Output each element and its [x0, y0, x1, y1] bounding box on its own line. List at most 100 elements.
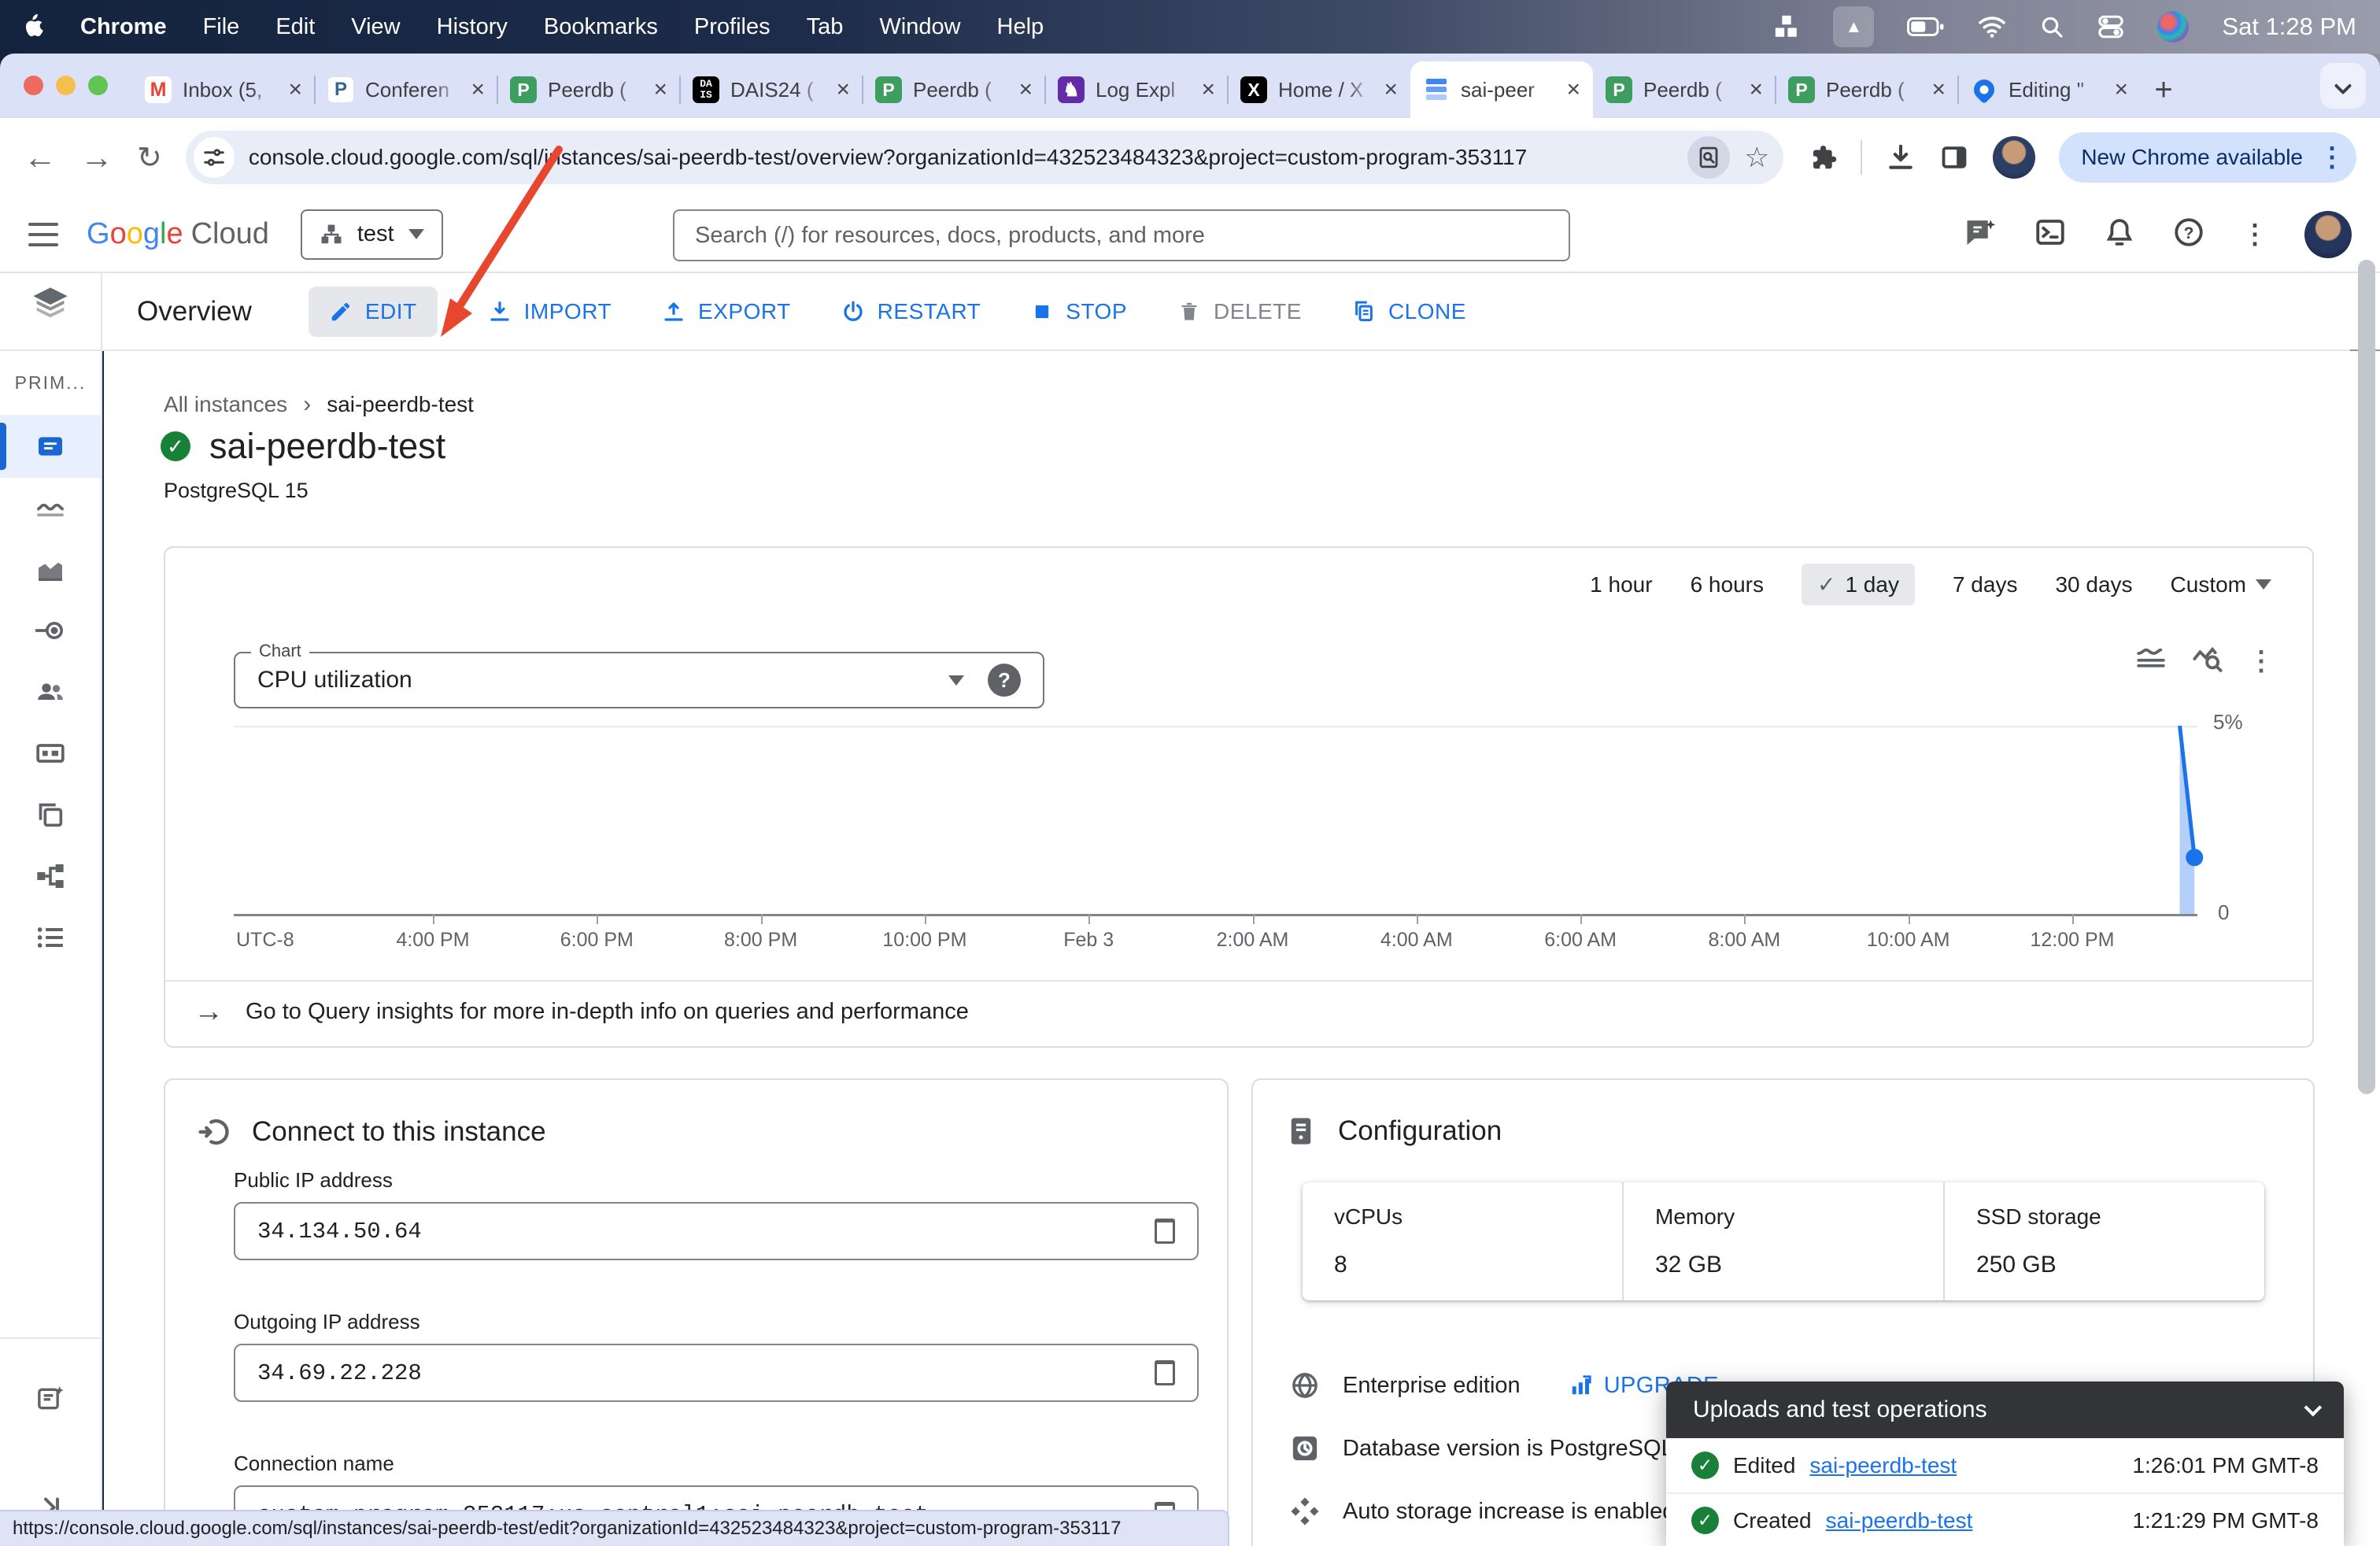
menu-profiles[interactable]: Profiles — [694, 14, 771, 40]
browser-tab[interactable]: Log Expl × — [1044, 61, 1228, 118]
chart-metric-select[interactable]: Chart CPU utilization ? — [234, 641, 1044, 708]
tab-close-icon[interactable]: × — [836, 76, 850, 103]
sidebar-item-backups[interactable] — [0, 783, 101, 846]
delete-button[interactable]: DELETE — [1177, 299, 1302, 324]
scrollbar-thumb[interactable] — [2358, 260, 2375, 1094]
query-insights-link[interactable]: → Go to Query insights for more in-depth… — [194, 995, 969, 1029]
operations-panel-header[interactable]: Uploads and test operations — [1666, 1381, 2344, 1438]
account-avatar[interactable] — [2304, 210, 2352, 258]
browser-tab[interactable]: Conferen × — [314, 61, 497, 118]
update-chrome-button[interactable]: New Chrome available ⋮ — [2059, 132, 2356, 183]
wifi-icon[interactable] — [1978, 15, 2006, 39]
notifications-bell-icon[interactable] — [2103, 216, 2136, 253]
new-tab-button[interactable]: + — [2141, 61, 2186, 118]
tab-close-icon[interactable]: × — [1749, 76, 1763, 103]
siri-icon[interactable] — [2157, 11, 2190, 43]
browser-menu-icon[interactable]: ⋮ — [2319, 142, 2345, 173]
sidebar-item-users[interactable] — [0, 660, 101, 723]
back-button[interactable]: ← — [24, 139, 57, 176]
tab-close-icon[interactable]: × — [1384, 76, 1398, 103]
tab-close-icon[interactable]: × — [1931, 76, 1946, 103]
reload-button[interactable]: ↻ — [137, 140, 162, 176]
tab-close-icon[interactable]: × — [1566, 76, 1580, 103]
menu-edit[interactable]: Edit — [275, 14, 315, 40]
menu-window[interactable]: Window — [879, 14, 960, 40]
browser-profile-avatar[interactable] — [1993, 136, 2036, 179]
range-1-hour[interactable]: 1 hour — [1590, 572, 1652, 597]
instance-link[interactable]: sai-peerdb-test — [1826, 1508, 1973, 1533]
copy-icon[interactable] — [1155, 1219, 1175, 1244]
tab-close-icon[interactable]: × — [471, 76, 485, 103]
range-custom[interactable]: Custom — [2171, 572, 2271, 597]
import-button[interactable]: IMPORT — [488, 299, 612, 324]
apple-icon[interactable] — [24, 14, 44, 39]
tab-close-icon[interactable]: × — [2114, 76, 2128, 103]
bookmark-star-icon[interactable]: ☆ — [1744, 141, 1776, 174]
cloud-shell-icon[interactable] — [2034, 216, 2067, 253]
tab-close-icon[interactable]: × — [288, 76, 302, 103]
stop-button[interactable]: STOP — [1031, 299, 1127, 324]
zoom-window-button[interactable] — [88, 76, 108, 95]
browser-tab[interactable]: Editing " × — [1957, 61, 2141, 118]
menu-help[interactable]: Help — [997, 14, 1044, 40]
cloud-search-input[interactable]: Search (/) for resources, docs, products… — [673, 209, 1570, 261]
export-button[interactable]: EXPORT — [662, 299, 791, 324]
menu-bookmarks[interactable]: Bookmarks — [544, 14, 658, 40]
menu-tab[interactable]: Tab — [807, 14, 844, 40]
public-ip-field[interactable]: 34.134.50.64 — [234, 1202, 1199, 1260]
breadcrumb-all-instances[interactable]: All instances — [164, 392, 287, 417]
copy-icon[interactable] — [1155, 1360, 1175, 1385]
google-cloud-logo[interactable]: Google Cloud — [87, 217, 269, 251]
browser-tab[interactable]: Peerdb (× — [1775, 61, 1958, 118]
clone-button[interactable]: CLONE — [1352, 299, 1466, 324]
tab-close-icon[interactable]: × — [653, 76, 667, 103]
sidebar-item-connections[interactable] — [0, 599, 101, 662]
help-icon[interactable]: ? — [2172, 216, 2205, 253]
browser-tab[interactable]: Peerdb (× — [1593, 61, 1776, 118]
sidebar-item-activity[interactable] — [0, 476, 101, 539]
extensions-puzzle-icon[interactable] — [1807, 142, 1837, 172]
browser-tab[interactable]: Peerdb (× — [862, 61, 1045, 118]
boxed-app-icon[interactable]: ▲ — [1833, 6, 1875, 47]
project-picker[interactable]: test — [300, 209, 443, 260]
restart-button[interactable]: RESTART — [841, 299, 981, 324]
menu-bar-clock[interactable]: Sat 1:28 PM — [2222, 13, 2356, 41]
edit-button[interactable]: EDIT — [308, 286, 438, 337]
menu-file[interactable]: File — [203, 14, 240, 40]
sidebar-item-replicas[interactable] — [0, 845, 101, 908]
chevron-down-icon[interactable] — [2304, 1398, 2323, 1417]
sidebar-item-release-notes[interactable] — [0, 1367, 101, 1430]
range-7-days[interactable]: 7 days — [1953, 572, 2018, 597]
sidebar-item-databases[interactable] — [0, 722, 101, 785]
side-panel-icon[interactable] — [1939, 142, 1969, 172]
url-text[interactable]: console.cloud.google.com/sql/instances/s… — [249, 145, 1673, 170]
range-6-hours[interactable]: 6 hours — [1691, 572, 1764, 597]
tab-close-icon[interactable]: × — [1201, 76, 1215, 103]
browser-tab[interactable]: Peerdb (× — [497, 61, 680, 118]
browser-tab[interactable]: sai-peer × — [1410, 61, 1593, 118]
tab-close-icon[interactable]: × — [1018, 76, 1033, 103]
chart-help-icon[interactable]: ? — [988, 664, 1021, 697]
close-window-button[interactable] — [24, 76, 43, 95]
control-center-icon[interactable] — [2097, 13, 2124, 40]
browser-tab[interactable]: Home / X × — [1227, 61, 1410, 118]
navigation-menu-icon[interactable] — [28, 222, 58, 246]
range-30-days[interactable]: 30 days — [2055, 572, 2132, 597]
menu-history[interactable]: History — [437, 14, 508, 40]
menu-view[interactable]: View — [351, 14, 400, 40]
tab-search-button[interactable] — [2320, 63, 2366, 109]
forward-button[interactable]: → — [80, 139, 113, 176]
minimize-window-button[interactable] — [56, 76, 76, 95]
site-settings-icon[interactable] — [193, 137, 235, 178]
spotlight-icon[interactable] — [2039, 14, 2064, 39]
sidebar-item-system-insights[interactable] — [0, 538, 101, 601]
gemini-chat-icon[interactable] — [1964, 216, 1998, 253]
browser-tab[interactable]: Inbox (5, × — [132, 61, 315, 118]
sidebar-item-overview[interactable] — [0, 415, 101, 478]
find-in-page-icon[interactable] — [1687, 136, 1731, 179]
blocks-icon[interactable] — [1773, 13, 1800, 40]
explore-metrics-icon[interactable] — [2191, 642, 2224, 679]
chart-more-options-icon[interactable]: ⋮ — [2248, 645, 2275, 677]
battery-icon[interactable] — [1907, 15, 1945, 39]
chart-type-icon[interactable] — [2134, 642, 2168, 679]
